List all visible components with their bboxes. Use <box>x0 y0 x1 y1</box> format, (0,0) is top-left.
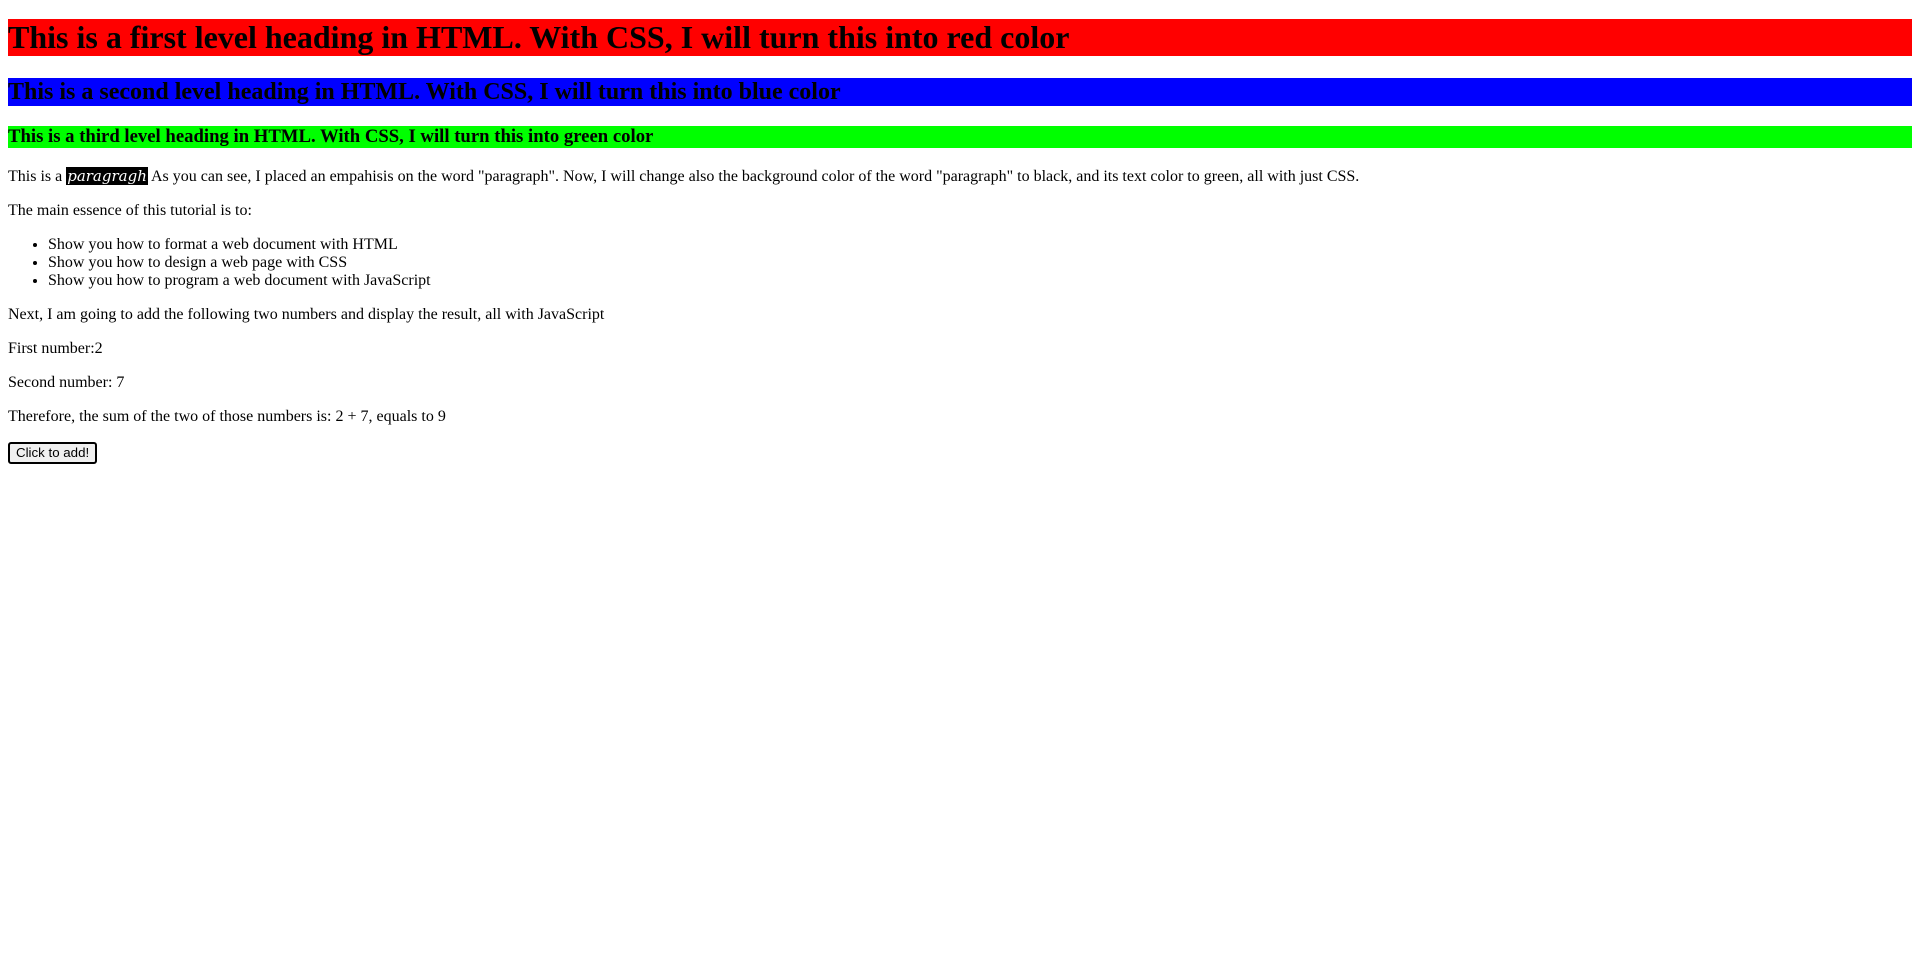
intro-text-after: As you can see, I placed an empahisis on… <box>147 168 1360 185</box>
intro-paragraph: This is a paragragh As you can see, I pl… <box>8 167 1912 186</box>
heading-level-1: This is a first level heading in HTML. W… <box>8 19 1912 56</box>
list-item: Show you how to program a web document w… <box>48 272 1912 290</box>
essence-intro: The main essence of this tutorial is to: <box>8 202 252 219</box>
list-item: Show you how to format a web document wi… <box>48 236 1912 254</box>
emphasized-word: paragragh <box>66 167 148 185</box>
first-number: First number:2 <box>8 340 103 357</box>
heading-level-3: This is a third level heading in HTML. W… <box>8 126 1912 148</box>
page-content: This is a first level heading in HTML. W… <box>0 19 1920 464</box>
sum-result: Therefore, the sum of the two of those n… <box>8 408 446 425</box>
add-button[interactable]: Click to add! <box>8 442 98 464</box>
second-number: Second number: 7 <box>8 374 125 391</box>
addition-intro: Next, I am going to add the following tw… <box>8 306 605 323</box>
list-item: Show you how to design a web page with C… <box>48 254 1912 272</box>
essence-list: Show you how to format a web document wi… <box>8 236 1912 290</box>
intro-text-before: This is a <box>8 168 67 185</box>
heading-level-2: This is a second level heading in HTML. … <box>8 78 1912 106</box>
